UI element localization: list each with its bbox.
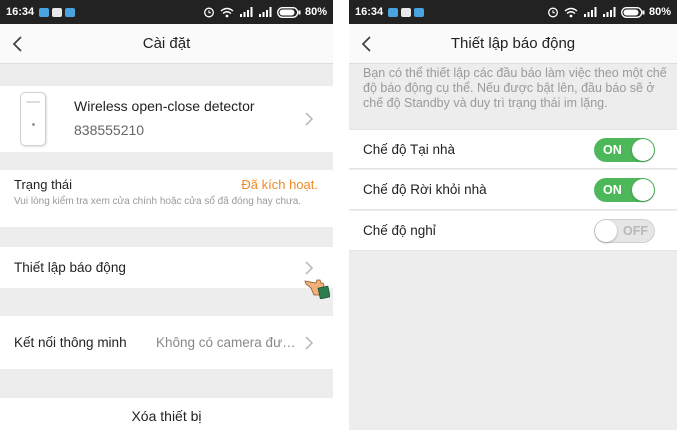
page-title: Thiết lập báo động xyxy=(450,35,576,52)
smart-connect-row[interactable]: Kết nối thông minh Không có camera được … xyxy=(0,316,333,369)
smart-connect-label: Kết nối thông minh xyxy=(14,335,127,350)
screen-divider xyxy=(333,0,349,430)
device-id: 838555210 xyxy=(74,122,145,138)
toggle-knob xyxy=(632,139,654,161)
status-time: 16:34 xyxy=(6,6,35,18)
status-row: Trạng thái Đã kích hoạt. Vui lòng kiểm t… xyxy=(0,170,333,227)
status-bar: 16:34 80% xyxy=(349,0,677,24)
alarm-setting-label: Thiết lập báo động xyxy=(14,260,126,275)
status-bar: 16:34 80% xyxy=(0,0,333,24)
status-value: Đã kích hoạt. xyxy=(241,177,318,192)
device-image xyxy=(20,92,46,146)
app-notification-icon xyxy=(414,7,425,17)
signal-icon xyxy=(583,7,597,17)
battery-percent: 80% xyxy=(648,6,671,18)
device-name: Wireless open-close detector xyxy=(74,98,255,114)
toggle-knob xyxy=(632,179,654,201)
back-arrow-icon[interactable] xyxy=(10,35,28,53)
toggle-state: ON xyxy=(603,143,622,157)
toggle-knob xyxy=(595,220,617,242)
signal-icon xyxy=(239,7,253,17)
away-mode-toggle[interactable]: ON xyxy=(594,178,655,202)
page-title: Cài đặt xyxy=(142,35,191,52)
notification-icon xyxy=(388,7,399,17)
wifi-icon xyxy=(564,7,578,17)
alarm-settings-screen: 16:34 80% Thiết lập báo động Bạn có thể … xyxy=(349,0,677,430)
chevron-right-icon xyxy=(305,112,314,126)
smart-connect-value: Không có camera được liên kết xyxy=(156,335,296,350)
app-notification-icon xyxy=(65,7,76,17)
mode-label: Chế độ Rời khỏi nhà xyxy=(363,182,487,197)
mode-row-away: Chế độ Rời khỏi nhà ON xyxy=(349,170,677,210)
back-arrow-icon[interactable] xyxy=(359,35,377,53)
app-bar: Cài đặt xyxy=(0,24,333,64)
app-bar: Thiết lập báo động xyxy=(349,24,677,64)
alarm-description: Bạn có thể thiết lập các đầu báo làm việ… xyxy=(363,66,667,110)
mode-row-rest: Chế độ nghỉ OFF xyxy=(349,211,677,251)
alarm-setting-row[interactable]: Thiết lập báo động xyxy=(0,247,333,288)
signal-icon-2 xyxy=(602,7,616,17)
home-mode-toggle[interactable]: ON xyxy=(594,138,655,162)
status-label: Trạng thái xyxy=(14,177,73,192)
signal-icon-2 xyxy=(258,7,272,17)
rest-mode-toggle[interactable]: OFF xyxy=(594,219,655,243)
toggle-state: OFF xyxy=(623,224,648,238)
device-card[interactable]: Wireless open-close detector 838555210 xyxy=(0,86,333,152)
status-time: 16:34 xyxy=(355,6,384,18)
status-hint: Vui lòng kiểm tra xem cửa chính hoặc cửa… xyxy=(14,196,302,207)
alarm-clock-icon xyxy=(204,7,214,18)
delete-device-row[interactable]: Xóa thiết bị xyxy=(0,398,333,430)
battery-percent: 80% xyxy=(304,6,327,18)
message-icon xyxy=(401,7,412,17)
battery-icon xyxy=(277,6,301,18)
chevron-right-icon xyxy=(305,336,314,350)
mode-label: Chế độ nghỉ xyxy=(363,223,436,238)
chevron-right-icon xyxy=(305,261,314,275)
wifi-icon xyxy=(220,7,234,17)
delete-device-button[interactable]: Xóa thiết bị xyxy=(0,408,333,424)
message-icon xyxy=(52,7,63,17)
mode-label: Chế độ Tại nhà xyxy=(363,142,456,157)
settings-screen: 16:34 80% Cài đặt Wireless open-close de… xyxy=(0,0,333,430)
toggle-state: ON xyxy=(603,183,622,197)
alarm-clock-icon xyxy=(548,7,558,18)
battery-icon xyxy=(621,6,645,18)
pointing-hand-icon xyxy=(304,279,330,299)
notification-icon xyxy=(39,7,50,17)
mode-row-home: Chế độ Tại nhà ON xyxy=(349,129,677,169)
